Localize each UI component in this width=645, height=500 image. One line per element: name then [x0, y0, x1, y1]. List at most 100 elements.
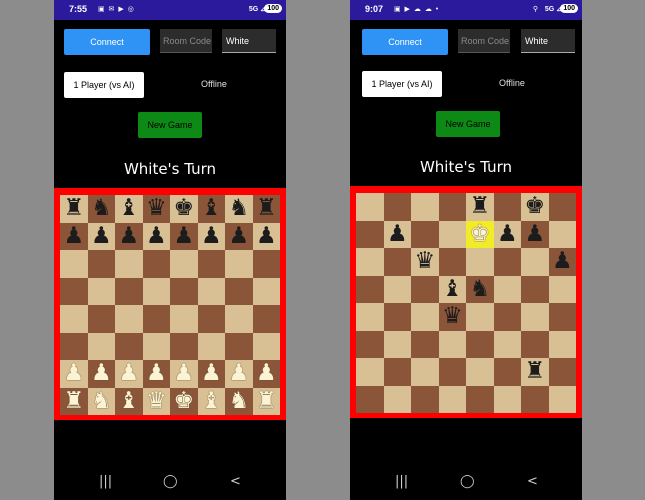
- black-queen-icon[interactable]: ♛: [146, 197, 167, 220]
- board-square[interactable]: ♜: [60, 387, 88, 415]
- board-square[interactable]: ♟: [87, 222, 115, 250]
- board-square[interactable]: [383, 385, 411, 413]
- board-square[interactable]: ♟: [548, 248, 576, 276]
- board-square[interactable]: [60, 250, 88, 278]
- board-square[interactable]: ♛: [142, 387, 170, 415]
- board-square[interactable]: [60, 277, 88, 305]
- white-knight-icon[interactable]: ♞: [228, 389, 249, 413]
- black-bishop-icon[interactable]: ♝: [118, 197, 139, 220]
- board-square[interactable]: [170, 332, 198, 360]
- board-square[interactable]: [438, 248, 466, 276]
- board-square[interactable]: [438, 385, 466, 413]
- board-square[interactable]: [252, 305, 280, 333]
- board-square[interactable]: ♟: [60, 360, 88, 388]
- board-square[interactable]: [438, 193, 466, 221]
- board-square[interactable]: ♞: [225, 195, 253, 223]
- board-square[interactable]: [466, 385, 494, 413]
- board-square[interactable]: [411, 220, 439, 248]
- board-square[interactable]: [493, 248, 521, 276]
- board-square[interactable]: [225, 332, 253, 360]
- back-icon[interactable]: <: [230, 474, 241, 489]
- black-pawn-icon[interactable]: ♟: [173, 224, 194, 248]
- white-king-icon[interactable]: ♚: [173, 389, 194, 413]
- board-square[interactable]: ♟: [521, 220, 549, 248]
- board-square[interactable]: [493, 385, 521, 413]
- game-mode-select[interactable]: 1 Player (vs AI): [362, 71, 442, 97]
- board-square[interactable]: [466, 248, 494, 276]
- board-square[interactable]: [438, 220, 466, 248]
- white-pawn-icon[interactable]: ♟: [63, 362, 84, 385]
- board-square[interactable]: [383, 303, 411, 331]
- board-square[interactable]: [521, 248, 549, 276]
- board-square[interactable]: ♜: [60, 195, 88, 223]
- board-square[interactable]: ♛: [411, 248, 439, 276]
- board-square[interactable]: [115, 305, 143, 333]
- white-pawn-icon[interactable]: ♟: [91, 362, 112, 385]
- board-square[interactable]: [383, 248, 411, 276]
- board-square[interactable]: [521, 303, 549, 331]
- board-square[interactable]: [383, 193, 411, 221]
- board-square[interactable]: [493, 303, 521, 331]
- black-pawn-icon[interactable]: ♟: [256, 224, 277, 248]
- board-square[interactable]: [466, 358, 494, 386]
- board-square[interactable]: ♟: [493, 220, 521, 248]
- black-bishop-icon[interactable]: ♝: [201, 197, 222, 220]
- board-square[interactable]: ♟: [60, 222, 88, 250]
- board-square[interactable]: ♚: [466, 220, 494, 248]
- board-square[interactable]: [142, 277, 170, 305]
- board-square[interactable]: [142, 250, 170, 278]
- board-square[interactable]: ♛: [438, 303, 466, 331]
- white-queen-icon[interactable]: ♛: [146, 389, 167, 413]
- board-square[interactable]: ♟: [225, 222, 253, 250]
- white-knight-icon[interactable]: ♞: [91, 389, 112, 413]
- black-pawn-icon[interactable]: ♟: [91, 224, 112, 248]
- board-square[interactable]: [170, 250, 198, 278]
- board-square[interactable]: ♝: [438, 275, 466, 303]
- board-square[interactable]: [548, 275, 576, 303]
- board-square[interactable]: ♟: [252, 360, 280, 388]
- board-square[interactable]: ♟: [170, 360, 198, 388]
- board-square[interactable]: [225, 250, 253, 278]
- board-square[interactable]: ♟: [252, 222, 280, 250]
- black-pawn-icon[interactable]: ♟: [387, 222, 408, 246]
- board-square[interactable]: [356, 248, 384, 276]
- black-pawn-icon[interactable]: ♟: [146, 224, 167, 248]
- board-square[interactable]: [521, 385, 549, 413]
- board-square[interactable]: [225, 277, 253, 305]
- board-square[interactable]: [197, 332, 225, 360]
- white-pawn-icon[interactable]: ♟: [118, 362, 139, 385]
- board-square[interactable]: [115, 250, 143, 278]
- board-square[interactable]: [197, 250, 225, 278]
- board-square[interactable]: [493, 193, 521, 221]
- board-square[interactable]: ♟: [383, 220, 411, 248]
- white-rook-icon[interactable]: ♜: [63, 389, 84, 413]
- board-square[interactable]: ♜: [252, 387, 280, 415]
- black-pawn-icon[interactable]: ♟: [524, 222, 545, 246]
- board-square[interactable]: [548, 330, 576, 358]
- board-square[interactable]: [356, 358, 384, 386]
- board-square[interactable]: [252, 277, 280, 305]
- recents-icon[interactable]: |||: [99, 474, 112, 489]
- board-square[interactable]: ♛: [142, 195, 170, 223]
- connect-button[interactable]: Connect: [362, 29, 448, 55]
- board-square[interactable]: [466, 330, 494, 358]
- board-square[interactable]: ♞: [225, 387, 253, 415]
- board-square[interactable]: ♞: [87, 387, 115, 415]
- room-code-input[interactable]: [458, 29, 510, 53]
- black-bishop-icon[interactable]: ♝: [442, 277, 463, 301]
- board-square[interactable]: ♝: [115, 387, 143, 415]
- board-square[interactable]: ♞: [87, 195, 115, 223]
- white-pawn-icon[interactable]: ♟: [256, 362, 277, 385]
- board-square[interactable]: [356, 303, 384, 331]
- board-square[interactable]: ♟: [197, 222, 225, 250]
- board-square[interactable]: [383, 275, 411, 303]
- black-queen-icon[interactable]: ♛: [442, 305, 463, 328]
- player-color-input[interactable]: [521, 29, 575, 53]
- white-pawn-icon[interactable]: ♟: [146, 362, 167, 385]
- board-square[interactable]: [142, 305, 170, 333]
- board-square[interactable]: [521, 330, 549, 358]
- board-square[interactable]: ♜: [466, 193, 494, 221]
- board-square[interactable]: ♜: [252, 195, 280, 223]
- black-king-icon[interactable]: ♚: [173, 197, 194, 220]
- board-square[interactable]: ♚: [170, 387, 198, 415]
